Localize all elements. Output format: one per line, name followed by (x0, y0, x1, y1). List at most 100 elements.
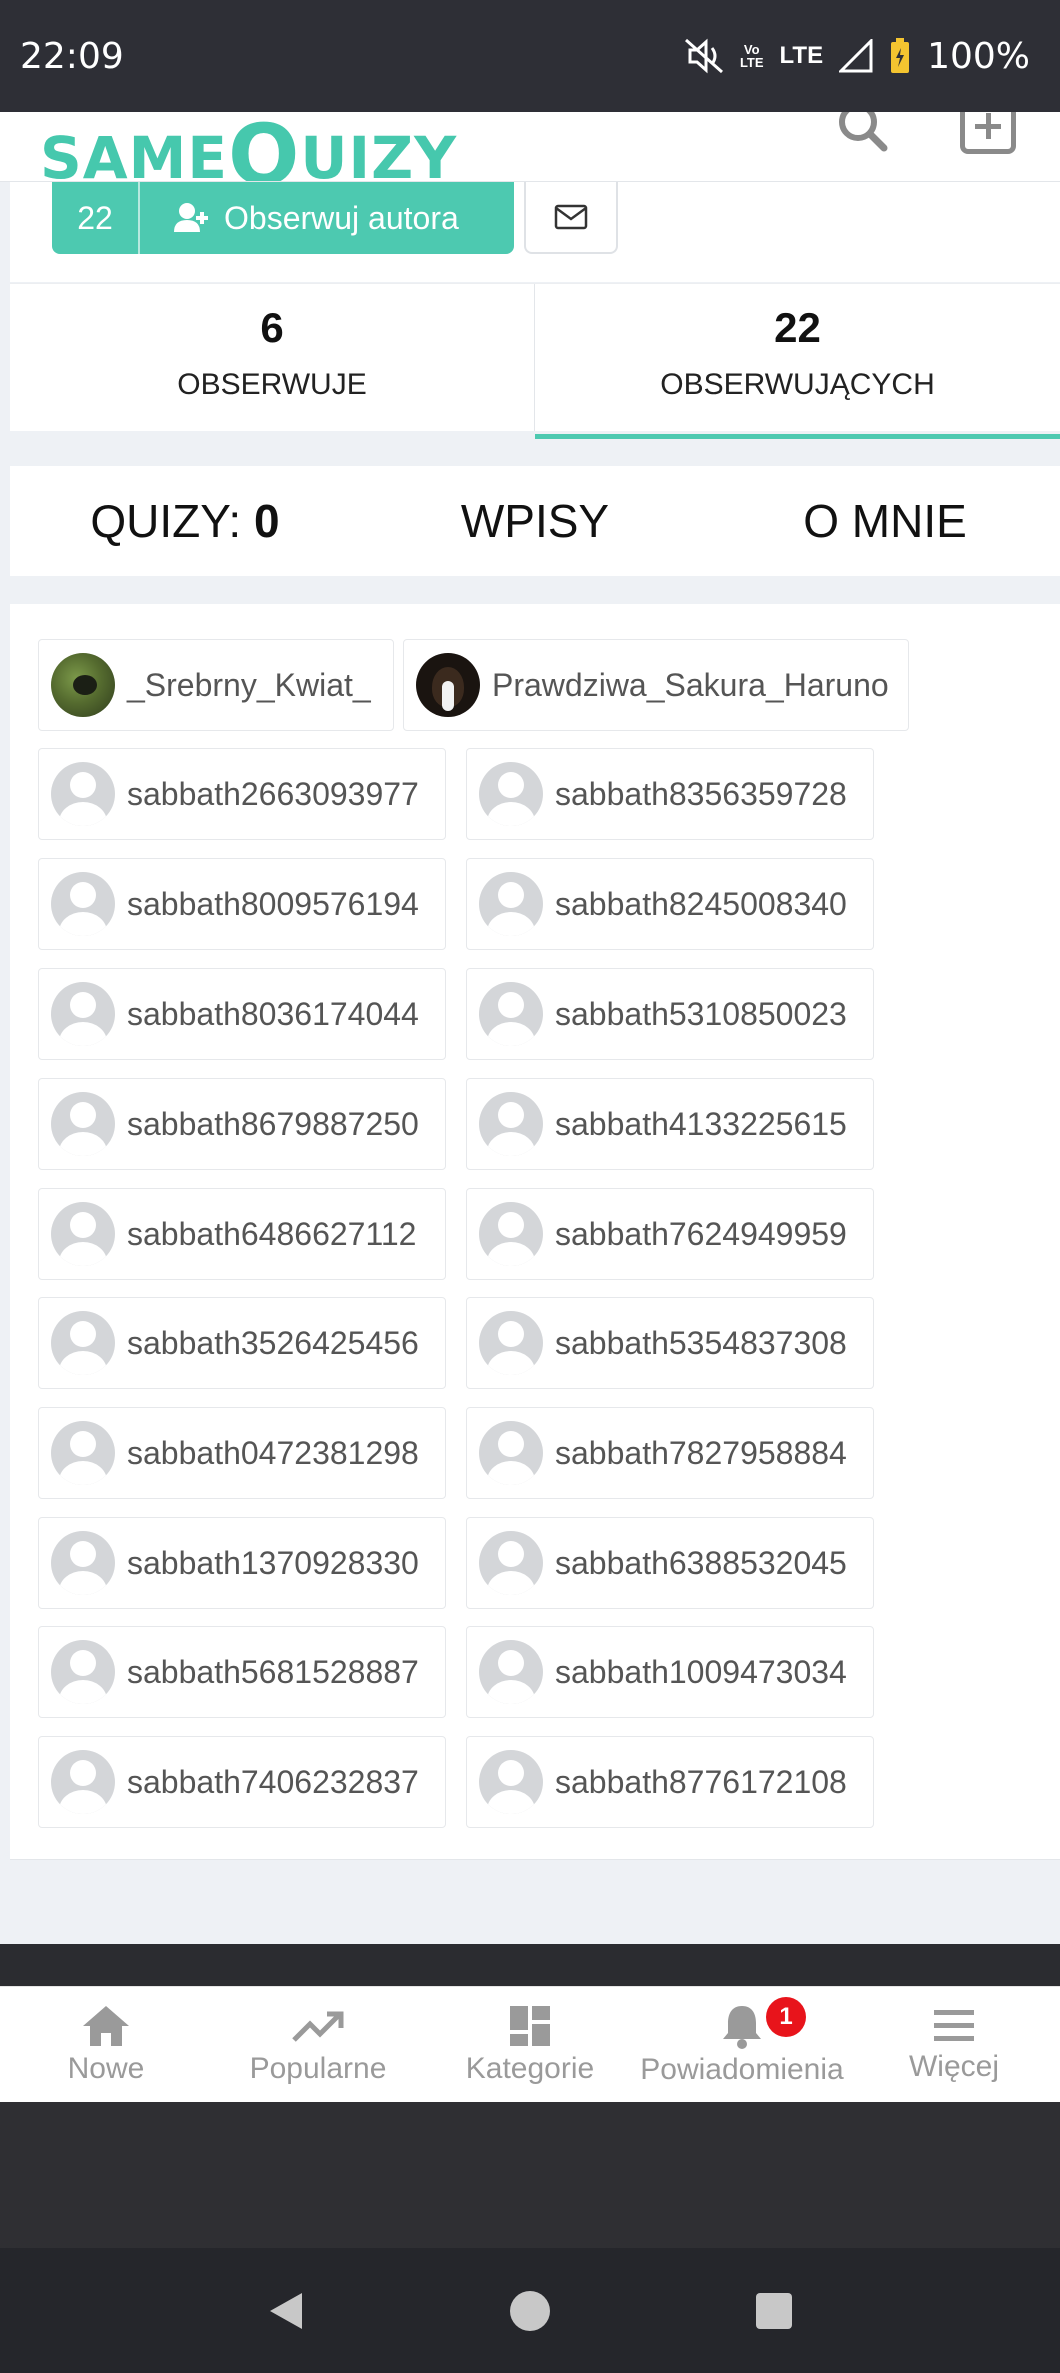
notification-badge: 1 (766, 1997, 806, 2037)
bottom-nav: Nowe Popularne Kategorie Powiadomienia 1… (0, 1986, 1060, 2102)
user-chip[interactable]: sabbath8245008340 (466, 858, 874, 950)
nav-popularne[interactable]: Popularne (212, 1987, 424, 2102)
avatar (479, 1311, 543, 1375)
username: sabbath8776172108 (555, 1763, 847, 1800)
user-chip[interactable]: sabbath4133225615 (466, 1078, 874, 1170)
following-stat[interactable]: 6 OBSERWUJE (10, 284, 535, 431)
user-chip[interactable]: sabbath8036174044 (38, 968, 446, 1060)
trending-icon (292, 2011, 344, 2042)
user-chip[interactable]: sabbath3526425456 (38, 1297, 446, 1389)
follow-author-label: Obserwuj autora (224, 199, 459, 236)
avatar (51, 653, 115, 717)
user-chip[interactable]: sabbath5310850023 (466, 968, 874, 1060)
user-chip[interactable]: sabbath1009473034 (466, 1626, 874, 1718)
user-chip[interactable]: sabbath2663093977 (38, 748, 446, 840)
avatar (51, 982, 115, 1046)
user-chip[interactable]: Prawdziwa_Sakura_Haruno (403, 639, 909, 731)
username: sabbath5354837308 (555, 1324, 847, 1361)
avatar (51, 1421, 115, 1485)
username: sabbath5681528887 (127, 1653, 419, 1690)
status-time: 22:09 (20, 35, 124, 77)
status-icons: Vo LTE LTE 100% (684, 36, 1030, 77)
username: sabbath8245008340 (555, 885, 847, 922)
home-circle-icon[interactable] (508, 2289, 552, 2333)
nav-powiadomienia[interactable]: Powiadomienia 1 (636, 1987, 848, 2102)
avatar (51, 872, 115, 936)
user-chip[interactable]: sabbath6388532045 (466, 1517, 874, 1609)
battery-percent: 100% (927, 35, 1030, 77)
nav-kategorie[interactable]: Kategorie (424, 1987, 636, 2102)
user-chip[interactable]: sabbath0472381298 (38, 1407, 446, 1499)
tab-wpisy[interactable]: WPISY (360, 494, 710, 548)
avatar (479, 1531, 543, 1595)
username: sabbath8356359728 (555, 775, 847, 812)
followers-badge: 22 (52, 182, 140, 254)
avatar (479, 1202, 543, 1266)
battery-icon (891, 38, 910, 73)
nav-wiecej[interactable]: Więcej (848, 1987, 1060, 2102)
avatar (416, 653, 480, 717)
samequizy-logo[interactable]: SAMEQUIZY (40, 112, 457, 181)
avatar (51, 1640, 115, 1704)
user-chip[interactable]: sabbath8776172108 (466, 1736, 874, 1828)
followers-stat[interactable]: 22 OBSERWUJĄCYCH (535, 284, 1060, 439)
follow-stats: 6 OBSERWUJE 22 OBSERWUJĄCYCH (10, 283, 1060, 439)
user-chip[interactable]: sabbath8679887250 (38, 1078, 446, 1170)
profile-tabs: QUIZY: 0 WPISY O MNIE (10, 466, 1060, 576)
lte-indicator: LTE (779, 42, 824, 69)
avatar (479, 762, 543, 826)
avatar (51, 1531, 115, 1595)
username: sabbath6486627112 (127, 1215, 417, 1252)
empty-area (0, 2102, 1060, 2248)
avatar (51, 1311, 115, 1375)
username: sabbath1370928330 (127, 1544, 419, 1581)
home-icon (83, 2005, 129, 2046)
user-chip[interactable]: sabbath1370928330 (38, 1517, 446, 1609)
username: sabbath8036174044 (127, 995, 419, 1032)
avatar (479, 1750, 543, 1814)
signal-icon (839, 39, 873, 73)
username: sabbath7624949959 (555, 1215, 847, 1252)
avatar (479, 1092, 543, 1156)
avatar (479, 872, 543, 936)
user-chip[interactable]: sabbath8356359728 (466, 748, 874, 840)
avatar (51, 762, 115, 826)
avatar (51, 1202, 115, 1266)
username: sabbath4133225615 (555, 1105, 847, 1142)
avatar (479, 1640, 543, 1704)
user-plus-icon (174, 203, 208, 232)
nav-nowe[interactable]: Nowe (0, 1987, 212, 2102)
profile-card: 22 Obserwuj autora (10, 182, 1060, 282)
username: sabbath0472381298 (127, 1434, 419, 1471)
username: sabbath7406232837 (127, 1763, 419, 1800)
follow-author-button[interactable]: 22 Obserwuj autora (52, 182, 514, 254)
user-chip[interactable]: sabbath7827958884 (466, 1407, 874, 1499)
username: sabbath8679887250 (127, 1105, 419, 1142)
username: sabbath8009576194 (127, 885, 419, 922)
username: _Srebrny_Kwiat_ (127, 666, 371, 703)
add-quiz-icon[interactable] (960, 112, 1016, 154)
user-chip[interactable]: sabbath8009576194 (38, 858, 446, 950)
username: Prawdziwa_Sakura_Haruno (492, 666, 889, 703)
username: sabbath3526425456 (127, 1324, 419, 1361)
avatar (479, 1421, 543, 1485)
volte-indicator: Vo LTE (739, 42, 764, 70)
page-footer (0, 1944, 1060, 1986)
message-button[interactable] (524, 182, 618, 254)
avatar (51, 1092, 115, 1156)
followers-list: _Srebrny_Kwiat_ Prawdziwa_Sakura_Haruno … (10, 604, 1060, 1860)
system-nav-bar (0, 2248, 1060, 2373)
recents-icon[interactable] (752, 2289, 796, 2333)
user-chip[interactable]: sabbath5354837308 (466, 1297, 874, 1389)
search-icon[interactable] (834, 112, 890, 158)
user-chip[interactable]: sabbath7624949959 (466, 1188, 874, 1280)
back-icon[interactable] (264, 2289, 308, 2333)
user-chip[interactable]: sabbath6486627112 (38, 1188, 446, 1280)
mute-icon (684, 38, 723, 74)
user-chip[interactable]: _Srebrny_Kwiat_ (38, 639, 394, 731)
tab-quizy[interactable]: QUIZY: 0 (10, 494, 360, 548)
user-chip[interactable]: sabbath5681528887 (38, 1626, 446, 1718)
tab-o-mnie[interactable]: O MNIE (710, 494, 1060, 548)
envelope-icon (554, 204, 588, 230)
user-chip[interactable]: sabbath7406232837 (38, 1736, 446, 1828)
